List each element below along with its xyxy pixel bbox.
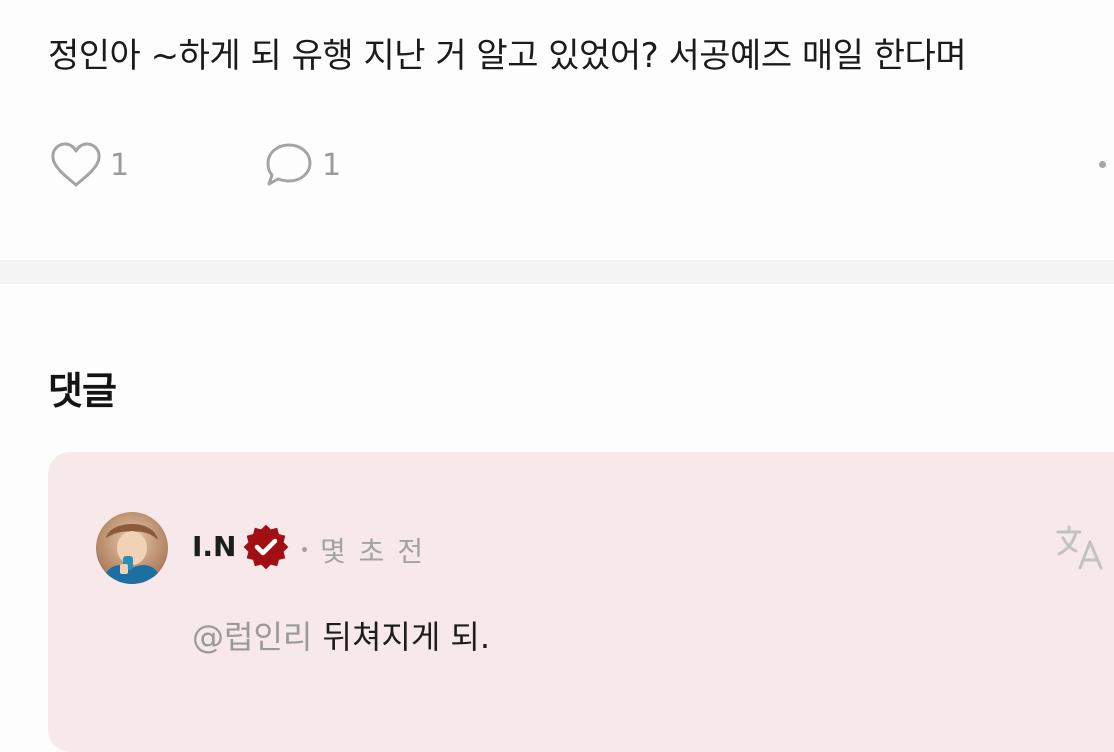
comment-timestamp: 몇 초 전 [320, 535, 426, 568]
translate-icon[interactable] [1054, 522, 1106, 578]
comment-button[interactable]: 1 [264, 140, 341, 190]
speech-bubble-icon [264, 141, 314, 189]
more-options-button[interactable] [1099, 161, 1106, 168]
comment-body: @럽인리 뒤쳐지게 되. [192, 612, 490, 658]
comment-count: 1 [322, 147, 342, 183]
comment-username[interactable]: I.N [192, 530, 237, 563]
heart-outline-icon [50, 141, 102, 189]
section-divider [0, 260, 1114, 284]
like-count: 1 [110, 147, 130, 183]
verified-badge-icon [243, 524, 289, 574]
mention-link[interactable]: @럽인리 [192, 618, 312, 656]
avatar[interactable] [96, 512, 168, 584]
comment-card: I.N 몇 초 전 @럽인리 뒤쳐지게 되. [48, 452, 1114, 752]
comment-text: 뒤쳐지게 되. [312, 618, 491, 656]
post-text: 정인아 ~하게 되 유행 지난 거 알고 있었어? 서공예즈 매일 한다며 [48, 36, 967, 76]
comments-section-title: 댓글 [48, 369, 117, 413]
post-actions: 1 1 [50, 140, 1114, 190]
like-button[interactable]: 1 [50, 140, 129, 190]
separator-dot [302, 547, 307, 552]
